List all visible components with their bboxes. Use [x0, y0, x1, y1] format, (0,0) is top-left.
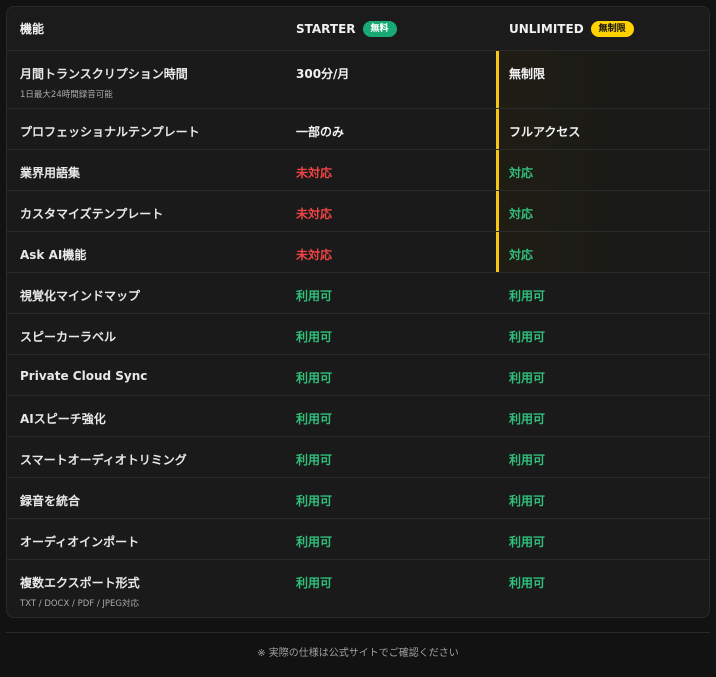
feature-label: 月間トランスクリプション時間 — [20, 67, 188, 81]
unlimited-value: フルアクセス — [496, 109, 709, 149]
feature-label: 録音を統合 — [20, 494, 81, 508]
unlimited-value: 対応 — [496, 191, 709, 231]
starter-value: 一部のみ — [296, 125, 345, 139]
starter-value: 未対応 — [296, 166, 333, 180]
unlimited-value: 利用可 — [509, 412, 546, 426]
feature-cell: 月間トランスクリプション時間 1日最大24時間録音可能 — [7, 51, 283, 108]
starter-value: 300分/月 — [296, 67, 350, 81]
unlimited-value: 利用可 — [509, 289, 546, 303]
footer-note: ※ 実際の仕様は公式サイトでご確認ください — [257, 648, 459, 659]
feature-label: スピーカーラベル — [20, 330, 117, 344]
unlimited-value: 無制限 — [496, 51, 709, 108]
feature-label: 業界用語集 — [20, 166, 81, 180]
starter-value: 利用可 — [296, 330, 333, 344]
header-starter-label: STARTER — [296, 21, 356, 36]
table-row: オーディオインポート 利用可 利用可 — [7, 519, 709, 560]
table-header: 機能 STARTER 無料 UNLIMITED 無制限 — [7, 7, 709, 51]
header-unlimited: UNLIMITED 無制限 — [496, 20, 709, 37]
table-row: プロフェッショナルテンプレート 一部のみ フルアクセス — [7, 109, 709, 150]
feature-label: プロフェッショナルテンプレート — [20, 125, 200, 139]
table-row: 視覚化マインドマップ 利用可 利用可 — [7, 273, 709, 314]
unlimited-value: 対応 — [496, 150, 709, 190]
starter-badge: 無料 — [362, 20, 397, 37]
feature-label: Ask AI機能 — [20, 248, 87, 262]
unlimited-value: 利用可 — [509, 535, 546, 549]
starter-value: 未対応 — [296, 248, 333, 262]
comparison-table: 機能 STARTER 無料 UNLIMITED 無制限 月間トランスクリプション… — [6, 6, 710, 618]
table-row: 業界用語集 未対応 対応 — [7, 150, 709, 191]
table-row: 月間トランスクリプション時間 1日最大24時間録音可能 300分/月 無制限 — [7, 51, 709, 109]
starter-value: 利用可 — [296, 453, 333, 467]
footer-divider — [6, 632, 710, 633]
unlimited-value: 利用可 — [509, 494, 546, 508]
feature-label: オーディオインポート — [20, 535, 140, 549]
starter-value: 未対応 — [296, 207, 333, 221]
table-row: スマートオーディオトリミング 利用可 利用可 — [7, 437, 709, 478]
table-row: スピーカーラベル 利用可 利用可 — [7, 314, 709, 355]
header-feature: 機能 — [7, 20, 283, 37]
starter-value: 利用可 — [296, 576, 333, 590]
unlimited-value: 対応 — [496, 232, 709, 272]
feature-sublabel: 1日最大24時間録音可能 — [20, 90, 113, 100]
starter-value: 利用可 — [296, 494, 333, 508]
table-row: 複数エクスポート形式 TXT / DOCX / PDF / JPEG対応 利用可… — [7, 560, 709, 617]
feature-sublabel: TXT / DOCX / PDF / JPEG対応 — [20, 599, 140, 609]
header-unlimited-label: UNLIMITED — [509, 21, 584, 36]
table-row: Ask AI機能 未対応 対応 — [7, 232, 709, 273]
table-row: カスタマイズテンプレート 未対応 対応 — [7, 191, 709, 232]
feature-label: Private Cloud Sync — [20, 369, 148, 383]
feature-label: カスタマイズテンプレート — [20, 207, 164, 221]
starter-value: 利用可 — [296, 371, 333, 385]
starter-value: 利用可 — [296, 412, 333, 426]
table-row: 録音を統合 利用可 利用可 — [7, 478, 709, 519]
unlimited-value: 利用可 — [509, 371, 546, 385]
unlimited-value: 利用可 — [509, 453, 546, 467]
header-feature-label: 機能 — [20, 22, 45, 36]
feature-label: AIスピーチ強化 — [20, 412, 106, 426]
feature-label: 複数エクスポート形式 — [20, 576, 140, 590]
feature-label: 視覚化マインドマップ — [20, 289, 141, 303]
starter-value: 利用可 — [296, 535, 333, 549]
table-row: AIスピーチ強化 利用可 利用可 — [7, 396, 709, 437]
feature-label: スマートオーディオトリミング — [20, 453, 187, 467]
unlimited-value: 利用可 — [509, 576, 546, 590]
starter-value: 利用可 — [296, 289, 333, 303]
feature-cell: 複数エクスポート形式 TXT / DOCX / PDF / JPEG対応 — [7, 560, 283, 617]
header-starter: STARTER 無料 — [283, 20, 496, 37]
unlimited-badge: 無制限 — [590, 20, 634, 37]
table-row: Private Cloud Sync 利用可 利用可 — [7, 355, 709, 396]
unlimited-value: 利用可 — [509, 330, 546, 344]
